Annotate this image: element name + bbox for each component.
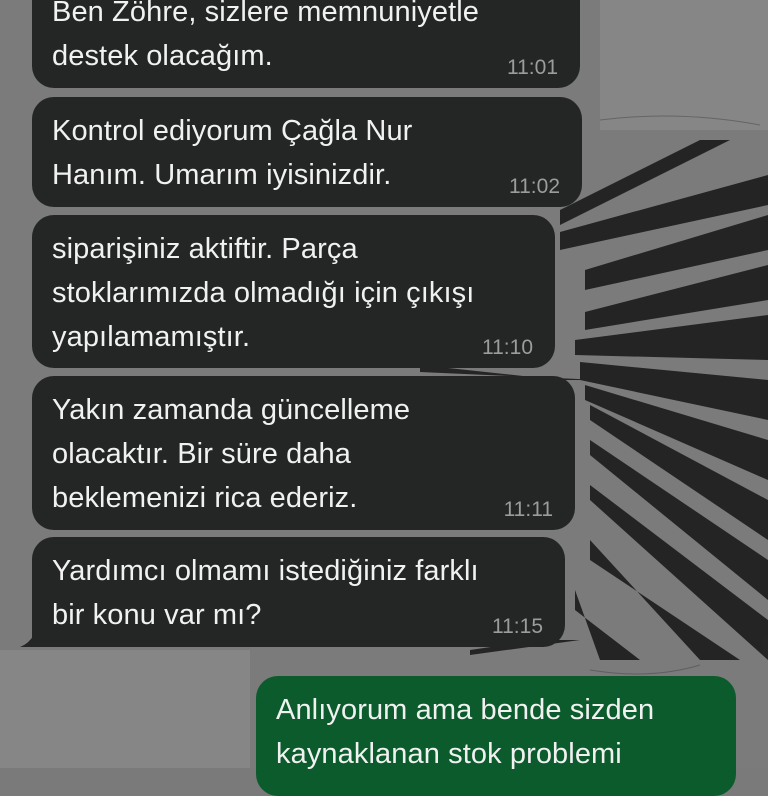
message-timestamp: 11:15 [492, 615, 543, 638]
message-bubble-incoming[interactable]: Yakın zamanda güncelleme olacaktır. Bir … [32, 376, 575, 530]
message-bubble-outgoing[interactable]: Anlıyorum ama bende sizden kaynaklanan s… [256, 676, 736, 796]
message-timestamp: 11:11 [503, 498, 553, 521]
message-bubble-incoming[interactable]: Kontrol ediyorum Çağla Nur Hanım. Umarım… [32, 97, 582, 207]
message-text: Kontrol ediyorum Çağla Nur Hanım. Umarım… [52, 115, 413, 191]
message-timestamp: 11:01 [507, 56, 558, 79]
message-timestamp: 11:02 [509, 175, 560, 198]
message-text: Anlıyorum ama bende sizden kaynaklanan s… [276, 694, 655, 770]
message-bubble-incoming[interactable]: Yardımcı olmamı istediğiniz farklı bir k… [32, 537, 565, 647]
message-timestamp: 11:10 [482, 336, 533, 359]
message-text: Ben Zöhre, sizlere memnuniyetle destek o… [52, 0, 480, 72]
message-text: Yakın zamanda güncelleme olacaktır. Bir … [52, 394, 411, 514]
message-bubble-incoming[interactable]: Ben Zöhre, sizlere memnuniyetle destek o… [32, 0, 580, 88]
message-bubble-incoming[interactable]: siparişiniz aktiftir. Parça stoklarımızd… [32, 215, 555, 368]
message-text: siparişiniz aktiftir. Parça stoklarımızd… [52, 233, 475, 353]
message-text: Yardımcı olmamı istediğiniz farklı bir k… [52, 555, 479, 631]
